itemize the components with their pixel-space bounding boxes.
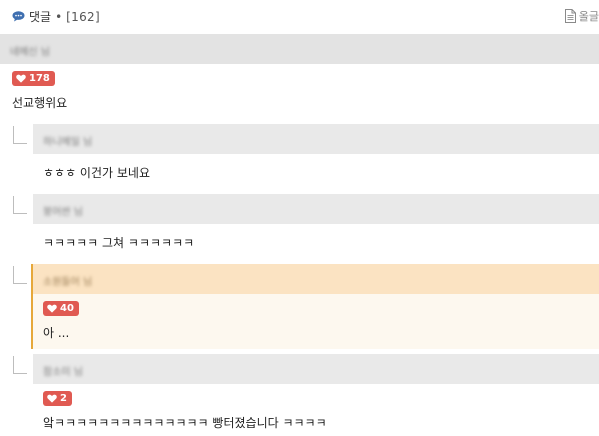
write-comment-link[interactable]: 올글	[564, 8, 599, 24]
comment-label: 댓글	[29, 10, 52, 24]
heart-icon	[16, 74, 26, 83]
comment-section: 댓글 • [162] 올글 네메신 님 178 선교행위요 하니메일 님 ㅎㅎㅎ…	[0, 0, 599, 436]
document-icon	[564, 9, 576, 23]
reply-connector	[13, 356, 27, 374]
reply-author-bar: 하니메일 님	[33, 124, 599, 154]
reply-author[interactable]: 소원들어 님	[43, 273, 92, 288]
comment-author[interactable]: 네메신 님	[10, 43, 50, 58]
reply-author[interactable]: 붕어싼 님	[43, 203, 83, 218]
like-badge[interactable]: 178	[12, 71, 55, 86]
comment-author-bar: 네메신 님	[0, 34, 599, 64]
reply-text: ㅋㅋㅋㅋㅋ 그쳐 ㅋㅋㅋㅋㅋㅋ	[43, 236, 195, 250]
reply-connector	[13, 126, 27, 144]
reply-author-bar: 잠소미 님	[33, 354, 599, 384]
highlighted-reply: 소원들어 님	[31, 264, 599, 349]
reply-author-bar: 붕어싼 님	[33, 194, 599, 224]
reply-author[interactable]: 잠소미 님	[43, 363, 83, 378]
reply-connector	[13, 266, 27, 284]
reply-author[interactable]: 하니메일 님	[43, 133, 92, 148]
comment-title: 댓글 • [162]	[12, 8, 100, 25]
speech-bubble-icon	[12, 11, 25, 22]
write-comment-label: 올글	[578, 10, 599, 23]
reply-text: ㅎㅎㅎ 이건가 보네요	[43, 166, 150, 180]
like-count: 2	[60, 393, 67, 404]
heart-icon	[47, 394, 57, 403]
reply-text: 아 ...	[43, 326, 70, 340]
comment-separator: •	[55, 9, 63, 24]
reply-connector	[13, 196, 27, 214]
like-count: 40	[60, 303, 74, 314]
comment-header: 댓글 • [162] 올글	[0, 0, 599, 32]
comment-count: [162]	[66, 9, 100, 24]
reply-text: 앜ㅋㅋㅋㅋㅋㅋㅋㅋㅋㅋㅋㅋㅋㅋ 빵터졌습니다 ㅋㅋㅋㅋ	[43, 416, 327, 430]
comment-text: 선교행위요	[12, 96, 68, 110]
heart-icon	[47, 304, 57, 313]
like-badge[interactable]: 40	[43, 301, 79, 316]
reply-author-bar: 소원들어 님	[33, 264, 599, 294]
like-badge[interactable]: 2	[43, 391, 72, 406]
like-count: 178	[29, 73, 50, 84]
